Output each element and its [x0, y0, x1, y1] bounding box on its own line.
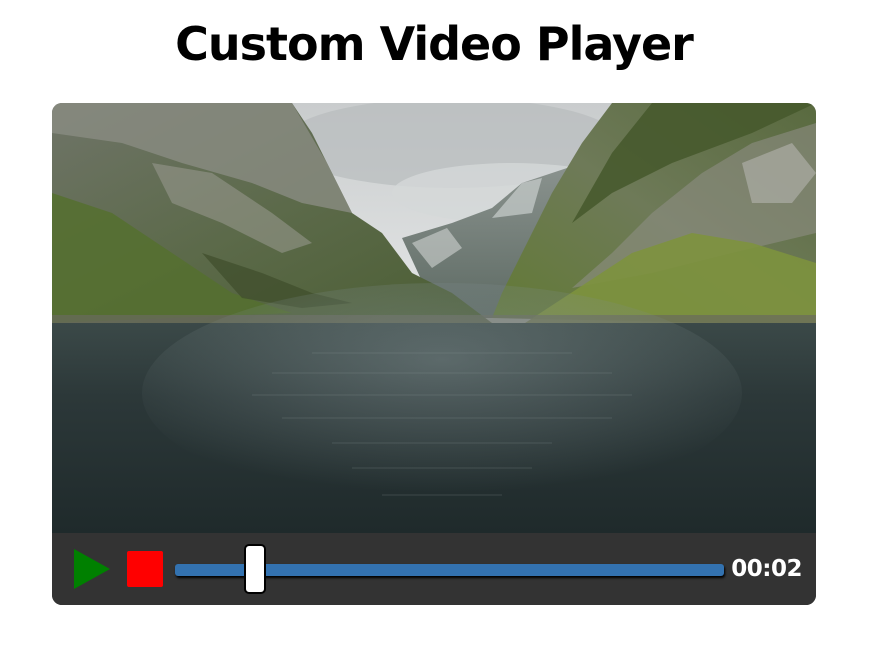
stop-icon [127, 551, 163, 587]
page: Custom Video Player 00:02 [0, 0, 879, 671]
stop-button[interactable] [127, 551, 163, 587]
player-controls: 00:02 [52, 533, 816, 605]
current-time: 00:02 [731, 556, 802, 582]
page-title: Custom Video Player [175, 17, 694, 71]
seek-bar[interactable] [173, 544, 727, 594]
seek-thumb[interactable] [243, 544, 266, 594]
video-player: 00:02 [52, 103, 816, 605]
play-button[interactable] [70, 547, 114, 591]
video-frame[interactable] [52, 103, 816, 533]
play-icon [74, 549, 110, 589]
